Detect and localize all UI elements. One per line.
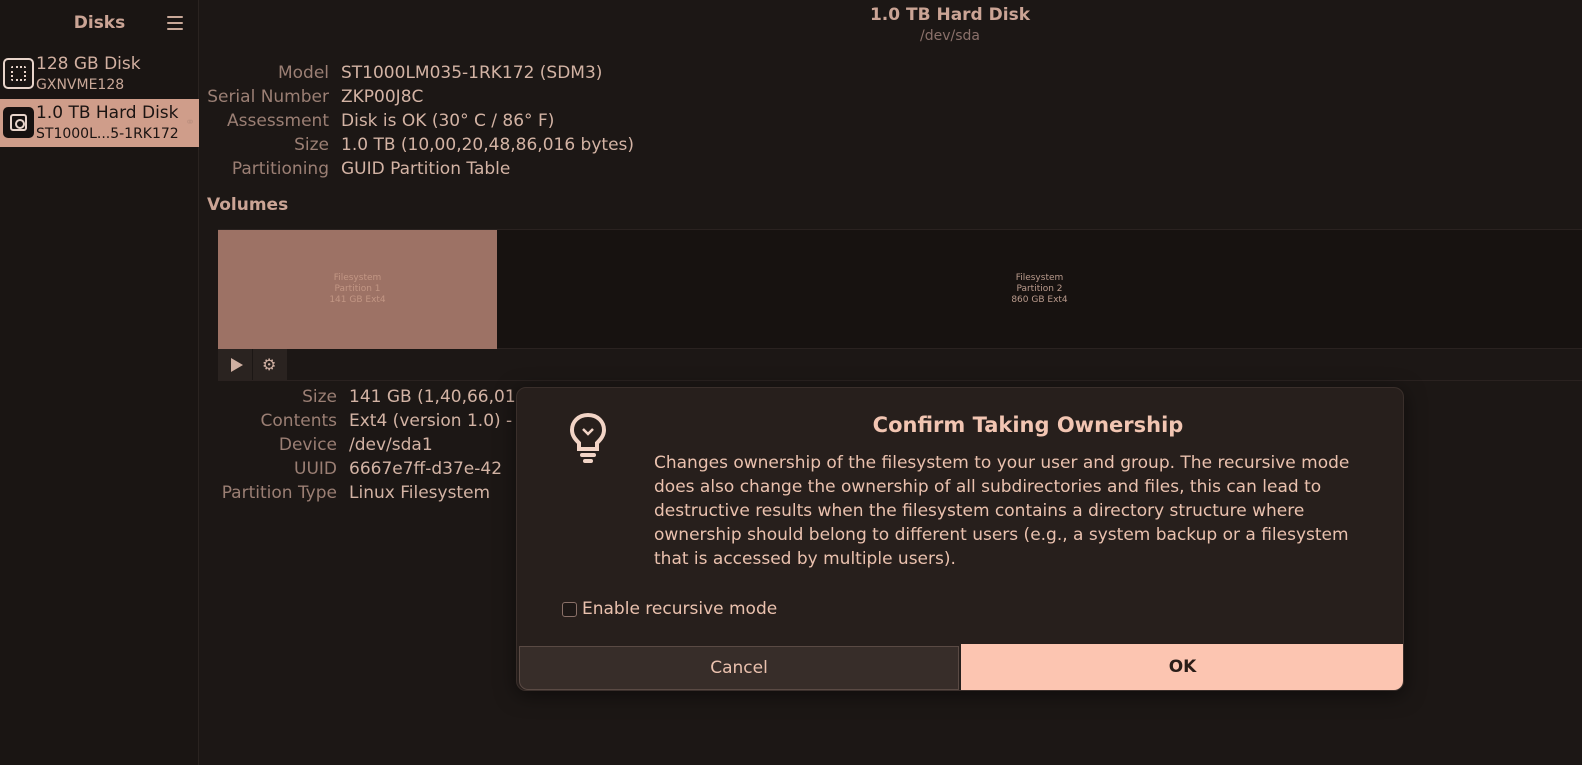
recursive-mode-label[interactable]: Enable recursive mode (582, 599, 777, 619)
partition-1-block[interactable]: Filesystem Partition 1 141 GB Ext4 (218, 230, 497, 349)
volume-toolbar: ⚙ (218, 349, 1582, 381)
partition-2-size: 860 GB Ext4 (1011, 295, 1068, 305)
disk-subtitle: GXNVME128 (36, 77, 125, 93)
partitioning-value: GUID Partition Table (341, 159, 511, 179)
disk-name: 128 GB Disk (36, 54, 141, 74)
recursive-mode-checkbox[interactable] (562, 602, 577, 617)
confirm-ownership-dialog: Confirm Taking Ownership Changes ownersh… (516, 387, 1404, 691)
volumes-heading: Volumes (207, 195, 289, 215)
hamburger-menu-icon[interactable] (167, 16, 183, 30)
page-title: 1.0 TB Hard Disk (869, 5, 1031, 25)
device-label: Device (278, 435, 337, 455)
link-icon: ⚭ (184, 115, 195, 129)
sidebar: Disks 128 GB Disk GXNVME128 1.0 TB Hard … (0, 0, 199, 765)
partition-size-label: Size (302, 387, 337, 407)
hdd-icon (3, 107, 34, 138)
cancel-button[interactable]: Cancel (519, 646, 959, 690)
disk-subtitle: ST1000L...5-1RK172 (36, 126, 179, 142)
gears-icon: ⚙ (262, 355, 277, 374)
size-label: Size (294, 135, 329, 155)
disks-app: Disks 128 GB Disk GXNVME128 1.0 TB Hard … (0, 0, 1582, 765)
serial-value: ZKP00J8C (341, 87, 424, 107)
contents-value: Ext4 (version 1.0) - (349, 411, 513, 431)
dialog-message: Changes ownership of the filesystem to y… (654, 453, 1350, 569)
serial-label: Serial Number (207, 87, 329, 107)
uuid-label: UUID (294, 459, 337, 479)
ssd-icon (3, 58, 34, 89)
ok-button[interactable]: OK (961, 644, 1403, 690)
disk-name: 1.0 TB Hard Disk (36, 103, 179, 123)
model-label: Model (277, 63, 329, 83)
partition-2-name: Partition 2 (1016, 284, 1063, 294)
partition-2-block[interactable]: Filesystem Partition 2 860 GB Ext4 (497, 230, 1582, 349)
partition-1-size: 141 GB Ext4 (329, 295, 386, 305)
partitioning-label: Partitioning (231, 159, 329, 179)
partition-1-type: Filesystem (333, 273, 382, 283)
assessment-value: Disk is OK (30° C / 86° F) (341, 111, 555, 131)
play-icon (231, 358, 243, 372)
partition-2-type: Filesystem (1015, 273, 1064, 283)
partition-options-button[interactable]: ⚙ (253, 349, 287, 380)
partition-type-label: Partition Type (221, 483, 337, 503)
disk-item-1tb[interactable]: 1.0 TB Hard Disk ST1000L...5-1RK172 ⚭ (0, 99, 199, 147)
device-value: /dev/sda1 (349, 435, 433, 455)
contents-label: Contents (260, 411, 337, 431)
partition-size-value: 141 GB (1,40,66,01, (349, 387, 522, 407)
volumes-graph: Filesystem Partition 1 141 GB Ext4 Files… (218, 229, 1582, 349)
size-value: 1.0 TB (10,00,20,48,86,016 bytes) (341, 135, 635, 155)
dialog-title: Confirm Taking Ownership (872, 413, 1184, 437)
sidebar-header: Disks (0, 0, 199, 47)
mount-button[interactable] (218, 349, 252, 380)
assessment-label: Assessment (227, 111, 329, 131)
partition-type-value: Linux Filesystem (349, 483, 491, 503)
uuid-value: 6667e7ff-d37e-42 (349, 459, 503, 479)
partition-1-name: Partition 1 (334, 284, 381, 294)
disk-item-128gb[interactable]: 128 GB Disk GXNVME128 (0, 50, 199, 98)
page-subtitle: /dev/sda (920, 28, 980, 44)
model-value: ST1000LM035-1RK172 (SDM3) (341, 63, 603, 83)
